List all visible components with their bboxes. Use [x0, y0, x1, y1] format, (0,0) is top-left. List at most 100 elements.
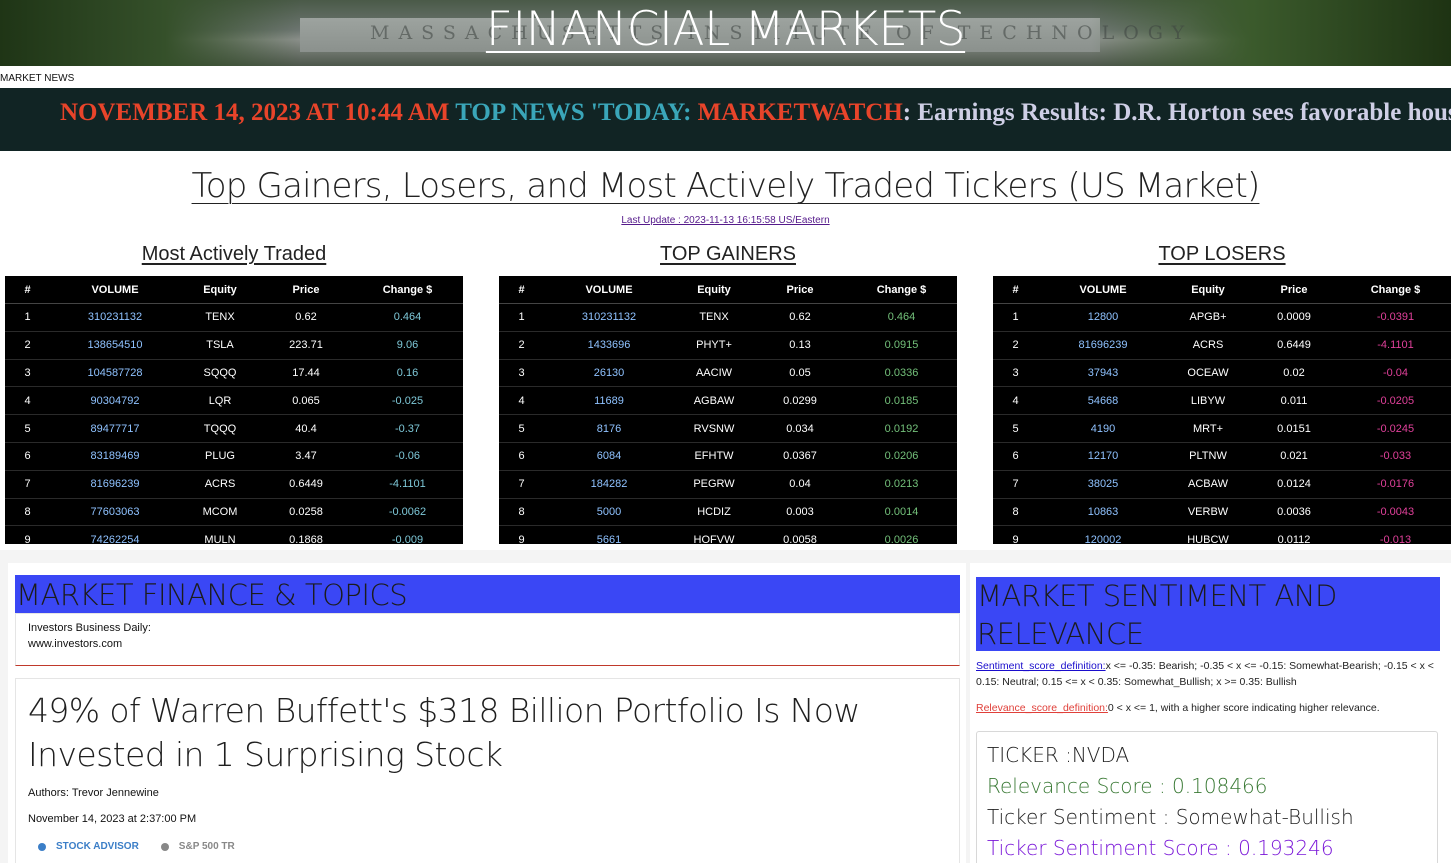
top-gainers-table[interactable]: # VOLUME Equity Price Change $ 1 310231132 TENX…	[499, 276, 957, 544]
volume-cell[interactable]: 38025	[1038, 478, 1168, 490]
article-headline[interactable]: 49% of Warren Buffett's $318 Billion Por…	[28, 689, 908, 777]
table-row[interactable]: 6 6084 EFHTW 0.0367 0.0206	[499, 443, 957, 471]
equity-cell[interactable]: RVSNW	[674, 423, 754, 435]
relevance-definition-link[interactable]: Relevance_score_definition:	[976, 702, 1108, 714]
top-losers-table[interactable]: # VOLUME Equity Price Change $ 1 12800 APGB+ 0.0…	[993, 276, 1451, 544]
table-row[interactable]: 5 8176 RVSNW 0.034 0.0192	[499, 415, 957, 443]
ticker-headline[interactable]: : Earnings Results: D.R. Horton sees fav…	[903, 99, 1451, 126]
change-cell: 9.06	[396, 339, 419, 352]
table-row[interactable]: 2 81696239 ACRS 0.6449 -4.1101	[993, 332, 1451, 360]
equity-cell[interactable]: TQQQ	[180, 423, 260, 435]
table-row[interactable]: 3 37943 OCEAW 0.02 -0.04	[993, 360, 1451, 388]
table-row[interactable]: 3 104587728 SQQQ 17.44 0.16	[5, 360, 463, 388]
price-cell: 0.0299	[783, 394, 817, 407]
volume-cell[interactable]: 184282	[544, 478, 674, 490]
volume-cell[interactable]: 37943	[1038, 367, 1168, 379]
equity-cell[interactable]: ACRS	[180, 478, 260, 490]
most-active-table[interactable]: # VOLUME Equity Price Change $ 1 310231132 TENX…	[5, 276, 463, 544]
sentiment-definition-link[interactable]: Sentiment_score_definition:	[976, 660, 1106, 672]
volume-cell[interactable]: 310231132	[50, 311, 180, 323]
equity-cell[interactable]: PEGRW	[674, 478, 754, 490]
equity-cell[interactable]: EFHTW	[674, 450, 754, 462]
table-row[interactable]: 9 5661 HOFVW 0.0058 0.0026	[499, 526, 957, 544]
volume-cell[interactable]: 81696239	[1038, 339, 1168, 351]
change-cell: -0.06	[394, 450, 421, 463]
volume-cell[interactable]: 11689	[544, 395, 674, 407]
volume-cell[interactable]: 12170	[1038, 450, 1168, 462]
equity-cell[interactable]: TSLA	[180, 339, 260, 351]
top-gainers-title: TOP GAINERS	[660, 243, 796, 265]
table-row[interactable]: 4 54668 LIBYW 0.011 -0.0205	[993, 387, 1451, 416]
volume-cell[interactable]: 120002	[1038, 534, 1168, 544]
table-row[interactable]: 2 138654510 TSLA 223.71 9.06	[5, 332, 463, 360]
volume-cell[interactable]: 89477717	[50, 423, 180, 435]
volume-cell[interactable]: 6084	[544, 450, 674, 462]
volume-cell[interactable]: 138654510	[50, 339, 180, 351]
table-row[interactable]: 4 90304792 LQR 0.065 -0.025	[5, 387, 463, 416]
volume-cell[interactable]: 12800	[1038, 311, 1168, 323]
table-row[interactable]: 4 11689 AGBAW 0.0299 0.0185	[499, 387, 957, 416]
change-cell: 0.0336	[884, 366, 919, 379]
equity-cell[interactable]: ACBAW	[1168, 478, 1248, 490]
table-row[interactable]: 9 74262254 MULN 0.1868 -0.009	[5, 526, 463, 544]
last-update-link[interactable]: Last Update : 2023-11-13 16:15:58 US/Eas…	[0, 215, 1451, 226]
change-cell: -4.1101	[1377, 339, 1414, 352]
table-row[interactable]: 6 83189469 PLUG 3.47 -0.06	[5, 443, 463, 471]
article-card[interactable]: 49% of Warren Buffett's $318 Billion Por…	[15, 678, 960, 863]
equity-cell[interactable]: LIBYW	[1168, 395, 1248, 407]
table-row[interactable]: 8 10863 VERBW 0.0036 -0.0043	[993, 499, 1451, 527]
equity-cell[interactable]: SQQQ	[180, 367, 260, 379]
table-row[interactable]: 7 184282 PEGRW 0.04 0.0213	[499, 471, 957, 499]
volume-cell[interactable]: 90304792	[50, 395, 180, 407]
table-row[interactable]: 3 26130 AACIW 0.05 0.0336	[499, 360, 957, 388]
volume-cell[interactable]: 54668	[1038, 395, 1168, 407]
change-cell: -0.0205	[1376, 394, 1415, 407]
equity-cell[interactable]: MULN	[180, 534, 260, 544]
news-ticker[interactable]: NOVEMBER 14, 2023 AT 10:44 AM TOP NEWS '…	[0, 88, 1451, 151]
equity-cell[interactable]: ACRS	[1168, 339, 1248, 351]
table-row[interactable]: 7 38025 ACBAW 0.0124 -0.0176	[993, 471, 1451, 499]
volume-cell[interactable]: 10863	[1038, 506, 1168, 518]
equity-cell[interactable]: LQR	[180, 395, 260, 407]
volume-cell[interactable]: 77603063	[50, 506, 180, 518]
equity-cell[interactable]: HUBCW	[1168, 534, 1248, 544]
volume-cell[interactable]: 5000	[544, 506, 674, 518]
source-url[interactable]: www.investors.com	[28, 636, 959, 652]
equity-cell[interactable]: TENX	[674, 311, 754, 323]
equity-cell[interactable]: OCEAW	[1168, 367, 1248, 379]
volume-cell[interactable]: 104587728	[50, 367, 180, 379]
table-row[interactable]: 7 81696239 ACRS 0.6449 -4.1101	[5, 471, 463, 499]
equity-cell[interactable]: VERBW	[1168, 506, 1248, 518]
table-row[interactable]: 9 120002 HUBCW 0.0112 -0.013	[993, 526, 1451, 544]
equity-cell[interactable]: HCDIZ	[674, 506, 754, 518]
volume-cell[interactable]: 4190	[1038, 423, 1168, 435]
table-row[interactable]: 5 89477717 TQQQ 40.4 -0.37	[5, 415, 463, 443]
equity-cell[interactable]: MCOM	[180, 506, 260, 518]
table-row[interactable]: 1 310231132 TENX 0.62 0.464	[5, 304, 463, 332]
volume-cell[interactable]: 1433696	[544, 339, 674, 351]
volume-cell[interactable]: 74262254	[50, 534, 180, 544]
equity-cell[interactable]: PLTNW	[1168, 450, 1248, 462]
table-row[interactable]: 6 12170 PLTNW 0.021 -0.033	[993, 443, 1451, 471]
equity-cell[interactable]: AGBAW	[674, 395, 754, 407]
equity-cell[interactable]: HOFVW	[674, 534, 754, 544]
volume-cell[interactable]: 26130	[544, 367, 674, 379]
volume-cell[interactable]: 8176	[544, 423, 674, 435]
volume-cell[interactable]: 83189469	[50, 450, 180, 462]
table-row[interactable]: 1 12800 APGB+ 0.0009 -0.0391	[993, 304, 1451, 332]
equity-cell[interactable]: PHYT+	[674, 339, 754, 351]
table-row[interactable]: 1 310231132 TENX 0.62 0.464	[499, 304, 957, 332]
volume-cell[interactable]: 310231132	[544, 311, 674, 323]
table-row[interactable]: 8 5000 HCDIZ 0.003 0.0014	[499, 499, 957, 527]
equity-cell[interactable]: TENX	[180, 311, 260, 323]
table-row[interactable]: 2 1433696 PHYT+ 0.13 0.0915	[499, 332, 957, 360]
table-row[interactable]: 8 77603063 MCOM 0.0258 -0.0062	[5, 499, 463, 527]
table-row[interactable]: 5 4190 MRT+ 0.0151 -0.0245	[993, 415, 1451, 443]
equity-cell[interactable]: APGB+	[1168, 311, 1248, 323]
equity-cell[interactable]: MRT+	[1168, 423, 1248, 435]
equity-cell[interactable]: AACIW	[674, 367, 754, 379]
equity-cell[interactable]: PLUG	[180, 450, 260, 462]
volume-cell[interactable]: 5661	[544, 534, 674, 544]
rank-cell: 9	[1012, 533, 1019, 544]
volume-cell[interactable]: 81696239	[50, 478, 180, 490]
